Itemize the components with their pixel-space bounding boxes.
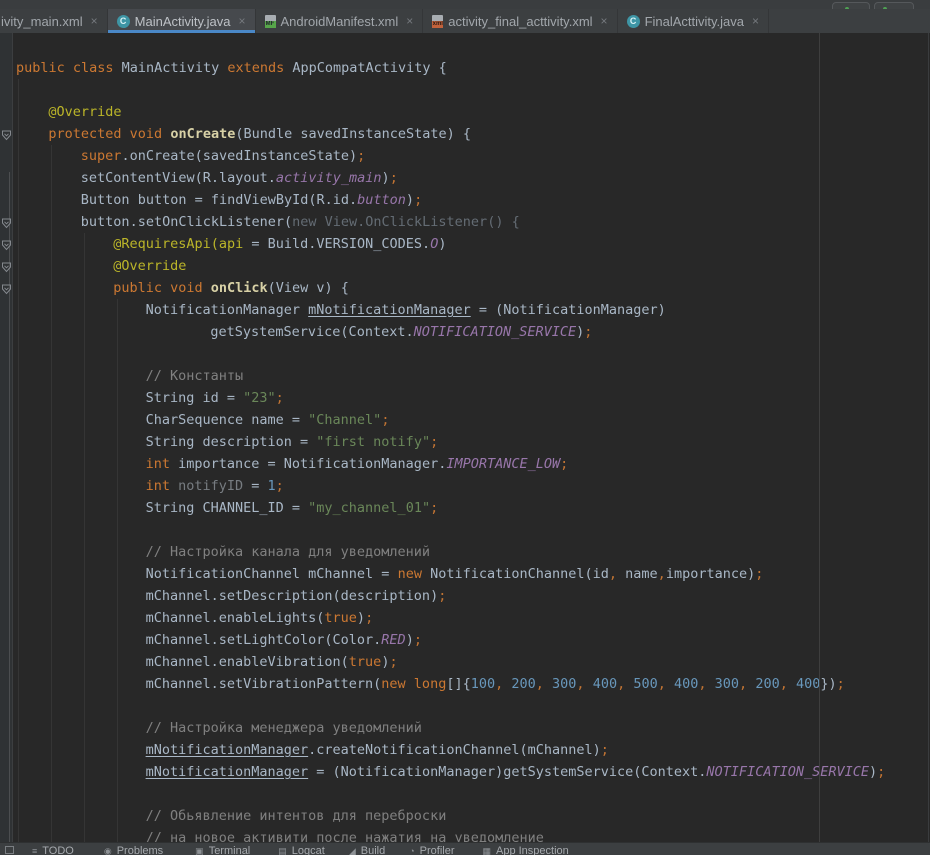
tool-window-label: App Inspection xyxy=(496,845,569,855)
code-line: // Обьявление интентов для переброски xyxy=(0,805,930,827)
tool-window-bar: ≡ TODO ◉ Problems ▣ Terminal ▤ Logcat ◢ Build ◔ Pro… xyxy=(0,842,930,855)
code-line: NotificationManager mNotificationManager… xyxy=(0,299,930,321)
close-icon[interactable]: × xyxy=(238,14,245,28)
code-line: mChannel.enableVibration(true); xyxy=(0,651,930,673)
code-line: getSystemService(Context.NOTIFICATION_SE… xyxy=(0,321,930,343)
problems-icon: ◉ xyxy=(104,846,112,855)
code-editor[interactable]: public class MainActivity extends AppCom… xyxy=(0,33,930,843)
tab-finalacttivity-java[interactable]: C FinalActtivity.java × xyxy=(618,9,769,33)
code-line: Button button = findViewById(R.id.button… xyxy=(0,189,930,211)
code-line: String CHANNEL_ID = "my_channel_01"; xyxy=(0,497,930,519)
code-line: @Override xyxy=(0,255,930,277)
tab-mainactivity-java[interactable]: C MainActivity.java × xyxy=(108,9,256,33)
tool-window-label: TODO xyxy=(42,845,74,855)
code-line: button.setOnClickListener(new View.OnCli… xyxy=(0,211,930,233)
tool-window-label: Profiler xyxy=(420,845,455,855)
editor-tab-bar: ivity_main.xml × C MainActivity.java × MF Andr… xyxy=(0,9,930,33)
code-line: // на новое активити после нажатия на ув… xyxy=(0,827,930,843)
todo-icon: ≡ xyxy=(32,846,37,855)
indent-guide xyxy=(51,145,52,843)
close-icon[interactable]: × xyxy=(752,14,759,28)
tab-androidmanifest-xml[interactable]: MF AndroidManifest.xml × xyxy=(256,9,424,33)
code-line: mChannel.enableLights(true); xyxy=(0,607,930,629)
close-icon[interactable]: × xyxy=(91,14,98,28)
code-line: @Override xyxy=(0,101,930,123)
indent-guide xyxy=(117,299,118,843)
code-line: public void onClick(View v) { xyxy=(0,277,930,299)
code-line: mChannel.setVibrationPattern(new long[]{… xyxy=(0,673,930,695)
code-line: int importance = NotificationManager.IMP… xyxy=(0,453,930,475)
class-icon: C xyxy=(627,15,640,28)
code-line: mChannel.setLightColor(Color.RED); xyxy=(0,629,930,651)
tab-label: ivity_main.xml xyxy=(1,14,83,29)
right-margin-guide xyxy=(819,33,820,843)
code-line: super.onCreate(savedInstanceState); xyxy=(0,145,930,167)
tab-label: AndroidManifest.xml xyxy=(281,14,399,29)
logcat-icon: ▤ xyxy=(278,846,287,855)
code-line: NotificationChannel mChannel = new Notif… xyxy=(0,563,930,585)
tool-window-button-profiler[interactable]: ◔ Profiler xyxy=(409,843,454,855)
editor-scrollbar[interactable] xyxy=(928,33,929,843)
tool-window-button-build[interactable]: ◢ Build xyxy=(349,843,385,855)
close-icon[interactable]: × xyxy=(601,14,608,28)
code-line: public class MainActivity extends AppCom… xyxy=(0,57,930,79)
tool-window-label: Terminal xyxy=(209,845,251,855)
tool-window-button-logcat[interactable]: ▤ Logcat xyxy=(278,843,325,855)
tool-window-button-app-inspection[interactable]: ▦ App Inspection xyxy=(482,843,568,855)
file-type-band: xml xyxy=(432,21,443,28)
code-line: setContentView(R.layout.activity_main); xyxy=(0,167,930,189)
tool-window-button-terminal[interactable]: ▣ Terminal xyxy=(195,843,250,855)
tool-window-button-problems[interactable]: ◉ Problems xyxy=(104,843,163,855)
code-line: String id = "23"; xyxy=(0,387,930,409)
code-line: // Константы xyxy=(0,365,930,387)
code-line: mNotificationManager.createNotificationC… xyxy=(0,739,930,761)
code-line: // Настройка канала для уведомлений xyxy=(0,541,930,563)
code-line xyxy=(0,343,930,365)
close-icon[interactable]: × xyxy=(406,14,413,28)
code-line: CharSequence name = "Channel"; xyxy=(0,409,930,431)
code-line xyxy=(0,695,930,717)
tab-ivity-main-xml[interactable]: ivity_main.xml × xyxy=(0,9,108,33)
code-line: int notifyID = 1; xyxy=(0,475,930,497)
window-corner-icon xyxy=(5,846,14,854)
code-line: mChannel.setDescription(description); xyxy=(0,585,930,607)
code-line xyxy=(0,79,930,101)
xml-file-icon: xml xyxy=(432,15,443,28)
tab-label: MainActivity.java xyxy=(135,14,231,29)
profiler-icon: ◔ xyxy=(409,846,414,855)
tab-activity-final-acttivity-xml[interactable]: xml activity_final_acttivity.xml × xyxy=(423,9,617,33)
tool-window-label: Build xyxy=(361,845,385,855)
code-line xyxy=(0,519,930,541)
tool-window-button-todo[interactable]: ≡ TODO xyxy=(32,843,74,855)
file-type-band: MF xyxy=(265,21,276,28)
app-inspection-icon: ▦ xyxy=(482,846,491,855)
indent-guide xyxy=(18,79,19,843)
code-line: @RequiresApi(api = Build.VERSION_CODES.O… xyxy=(0,233,930,255)
code-line: String description = "first notify"; xyxy=(0,431,930,453)
code-line: mNotificationManager = (NotificationMana… xyxy=(0,761,930,783)
class-icon: C xyxy=(117,15,130,28)
tab-label: activity_final_acttivity.xml xyxy=(448,14,592,29)
code-line xyxy=(0,783,930,805)
code-line: protected void onCreate(Bundle savedInst… xyxy=(0,123,930,145)
tool-window-label: Problems xyxy=(117,845,163,855)
terminal-icon: ▣ xyxy=(195,846,204,855)
tool-window-label: Logcat xyxy=(292,845,325,855)
build-icon: ◢ xyxy=(349,846,356,855)
tab-label: FinalActtivity.java xyxy=(645,14,744,29)
android-studio-window: ivity_main.xml × C MainActivity.java × MF Andr… xyxy=(0,0,930,855)
code-line: // Настройка менеджера уведомлений xyxy=(0,717,930,739)
manifest-file-icon: MF xyxy=(265,15,276,28)
indent-guide xyxy=(84,233,85,843)
